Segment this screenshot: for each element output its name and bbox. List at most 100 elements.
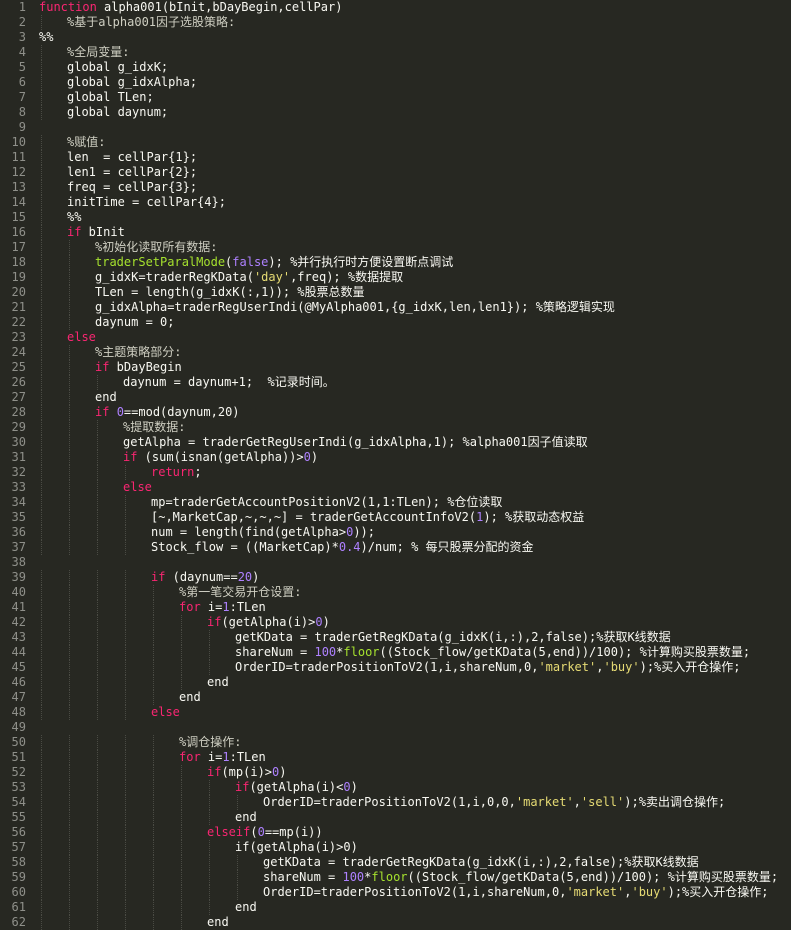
code-line[interactable]: 45 OrderID=traderPositionToV2(1,i,shareNu… xyxy=(0,660,791,675)
indent-guide xyxy=(153,630,154,645)
line-number: 44 xyxy=(11,645,26,659)
code-line[interactable]: 29 %提取数据: xyxy=(0,420,791,435)
code-token: [~,MarketCap,~,~,~] = traderGetAccountIn… xyxy=(151,510,477,524)
code-line[interactable]: 62 end xyxy=(0,915,791,930)
code-line[interactable]: 31 if (sum(isnan(getAlpha))>0) xyxy=(0,450,791,465)
code-line[interactable]: 5 global g_idxK; xyxy=(0,60,791,75)
code-token: (sum(isnan(getAlpha))> xyxy=(137,450,304,464)
code-line[interactable]: 60 OrderID=traderPositionToV2(1,i,shareNu… xyxy=(0,885,791,900)
indent-guide xyxy=(69,585,70,600)
code-line[interactable]: 17 %初始化读取所有数据: xyxy=(0,240,791,255)
code-line[interactable]: 50 %调仓操作: xyxy=(0,735,791,750)
code-line[interactable]: 35 [~,MarketCap,~,~,~] = traderGetAccount… xyxy=(0,510,791,525)
code-text: for i=1:TLen xyxy=(179,750,266,765)
code-line[interactable]: 51 for i=1:TLen xyxy=(0,750,791,765)
indent-guide xyxy=(41,645,42,660)
code-line[interactable]: 38 xyxy=(0,555,791,570)
code-token: g_idxK=traderRegKData( xyxy=(95,270,254,284)
code-line[interactable]: 26 daynum = daynum+1; %记录时间。 xyxy=(0,375,791,390)
code-line[interactable]: 2 %基于alpha001因子选股策略: xyxy=(0,15,791,30)
indent-guide xyxy=(181,660,182,675)
indent-guide xyxy=(181,855,182,870)
code-text: end xyxy=(235,900,257,915)
code-text: if(getAlpha(i)<0) xyxy=(235,780,358,795)
code-line[interactable]: 56 elseif(0==mp(i)) xyxy=(0,825,791,840)
indent-guide xyxy=(209,630,210,645)
code-line[interactable]: 37 Stock_flow = ((MarketCap)*0.4)/num; % … xyxy=(0,540,791,555)
line-number: 34 xyxy=(11,495,26,509)
line-number: 42 xyxy=(11,615,26,629)
code-line[interactable]: 20 TLen = length(g_idxK(:,1)); %股票总数量 xyxy=(0,285,791,300)
code-line[interactable]: 43 getKData = traderGetRegKData(g_idxK(i,… xyxy=(0,630,791,645)
code-line[interactable]: 59 shareNum = 100*floor((Stock_flow/getKD… xyxy=(0,870,791,885)
indent-guide xyxy=(209,885,210,900)
code-line[interactable]: 19 g_idxK=traderRegKData('day',freq); %数据… xyxy=(0,270,791,285)
code-text: getKData = traderGetRegKData(g_idxK(i,:)… xyxy=(263,855,699,870)
code-line[interactable]: 58 getKData = traderGetRegKData(g_idxK(i,… xyxy=(0,855,791,870)
indent-guide xyxy=(97,915,98,930)
indent-guide xyxy=(125,840,126,855)
code-line[interactable]: 28 if 0==mod(daynum,20) xyxy=(0,405,791,420)
code-line[interactable]: 18 traderSetParalMode(false); %并行执行时方便设置断… xyxy=(0,255,791,270)
code-line[interactable]: 10 %赋值: xyxy=(0,135,791,150)
code-token: floor xyxy=(343,645,380,659)
code-line[interactable]: 27 end xyxy=(0,390,791,405)
indent-guide xyxy=(41,855,42,870)
code-line[interactable]: 53 if(getAlpha(i)<0) xyxy=(0,780,791,795)
code-line[interactable]: 47 end xyxy=(0,690,791,705)
indent-guide xyxy=(41,840,42,855)
code-line[interactable]: 30 getAlpha = traderGetRegUserIndi(g_idxA… xyxy=(0,435,791,450)
code-line[interactable]: 12 len1 = cellPar{2}; xyxy=(0,165,791,180)
line-number: 31 xyxy=(11,450,26,464)
code-line[interactable]: 22 daynum = 0; xyxy=(0,315,791,330)
code-line[interactable]: 13 freq = cellPar{3}; xyxy=(0,180,791,195)
code-line[interactable]: 44 shareNum = 100*floor((Stock_flow/getKD… xyxy=(0,645,791,660)
line-number: 46 xyxy=(11,675,26,689)
code-line[interactable]: 33 else xyxy=(0,480,791,495)
code-line[interactable]: 15%% xyxy=(0,210,791,225)
code-line[interactable]: 41 for i=1:TLen xyxy=(0,600,791,615)
line-number: 27 xyxy=(11,390,26,404)
code-line[interactable]: 61 end xyxy=(0,900,791,915)
code-line[interactable]: 46 end xyxy=(0,675,791,690)
code-line[interactable]: 3%% xyxy=(0,30,791,45)
indent-guide xyxy=(41,660,42,675)
code-line[interactable]: 49 xyxy=(0,720,791,735)
code-line[interactable]: 52 if(mp(i)>0) xyxy=(0,765,791,780)
code-line[interactable]: 32 return; xyxy=(0,465,791,480)
code-line[interactable]: 21 g_idxAlpha=traderRegUserIndi(@MyAlpha0… xyxy=(0,300,791,315)
code-line[interactable]: 8 global daynum; xyxy=(0,105,791,120)
code-line[interactable]: 54 OrderID=traderPositionToV2(1,i,0,0,'ma… xyxy=(0,795,791,810)
code-line[interactable]: 42 if(getAlpha(i)>0) xyxy=(0,615,791,630)
code-line[interactable]: 14 initTime = cellPar{4}; xyxy=(0,195,791,210)
code-text: return; xyxy=(151,465,202,480)
code-line[interactable]: 24 %主题策略部分: xyxy=(0,345,791,360)
code-line[interactable]: 16 if bInit xyxy=(0,225,791,240)
code-line[interactable]: 39 if (daynum==20) xyxy=(0,570,791,585)
indent-guide xyxy=(69,525,70,540)
code-line[interactable]: 9 xyxy=(0,120,791,135)
code-line[interactable]: 57 if(getAlpha(i)>0) xyxy=(0,840,791,855)
code-token: OrderID=traderPositionToV2(1,i,shareNum,… xyxy=(263,885,567,899)
code-line[interactable]: 25 if bDayBegin xyxy=(0,360,791,375)
code-line[interactable]: 6 global g_idxAlpha; xyxy=(0,75,791,90)
code-editor[interactable]: 1 function alpha001(bInit,bDayBegin,cellP… xyxy=(0,0,791,930)
code-token: else xyxy=(123,480,152,494)
code-token: global daynum; xyxy=(67,105,169,119)
indent-guide xyxy=(41,270,42,285)
indent-guide xyxy=(69,540,70,555)
code-text: [~,MarketCap,~,~,~] = traderGetAccountIn… xyxy=(151,510,584,525)
code-line[interactable]: 40 %第一笔交易开仓设置: xyxy=(0,585,791,600)
code-line[interactable]: 4 %全局变量: xyxy=(0,45,791,60)
code-line[interactable]: 23 else xyxy=(0,330,791,345)
code-line[interactable]: 36 num = length(find(getAlpha>0)); xyxy=(0,525,791,540)
code-line[interactable]: 1 function alpha001(bInit,bDayBegin,cellP… xyxy=(0,0,791,15)
code-text: end xyxy=(95,390,117,405)
code-line[interactable]: 7 global TLen; xyxy=(0,90,791,105)
indent-guide xyxy=(181,885,182,900)
code-line[interactable]: 48 else xyxy=(0,705,791,720)
code-line[interactable]: 55 end xyxy=(0,810,791,825)
code-token: 0 xyxy=(315,615,323,629)
code-line[interactable]: 34 mp=traderGetAccountPositionV2(1,1:TLen… xyxy=(0,495,791,510)
code-line[interactable]: 11 len = cellPar{1}; xyxy=(0,150,791,165)
